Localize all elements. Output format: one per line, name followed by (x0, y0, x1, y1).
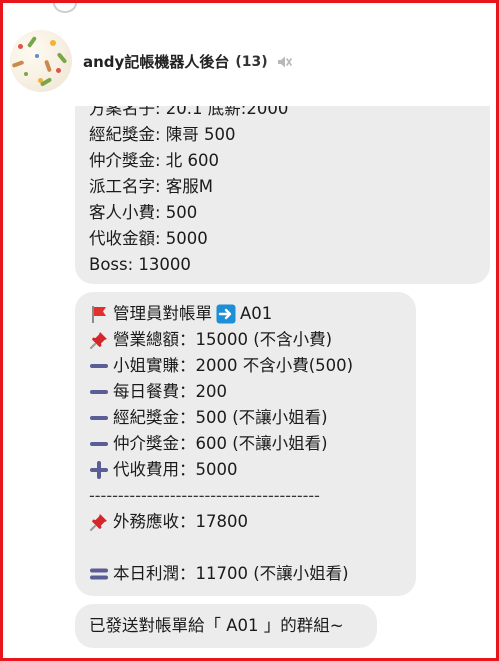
statement-item: 代收費用：5000 (89, 457, 402, 483)
collected-amount-line: 代收金額: 5000 (89, 229, 208, 248)
statement-item: 經紀獎金：500 (不讓小姐看) (89, 405, 402, 431)
divider-line: ---------------------------------------- (89, 486, 320, 505)
agent-bonus-text: 經紀獎金：500 (不讓小姐看) (113, 408, 328, 427)
broker-bonus-text: 仲介獎金：600 (不讓小姐看) (113, 434, 328, 453)
collection-fee-text: 代收費用：5000 (113, 460, 238, 479)
red-flag-icon (89, 304, 109, 324)
message-bubble-sent-notice[interactable]: 已發送對帳單給「 A01 」的群組~ (75, 604, 377, 648)
minus-icon (89, 382, 109, 402)
statement-group-id: A01 (240, 304, 273, 323)
meal-fee-text: 每日餐費：200 (113, 382, 227, 401)
chat-header: andy記帳機器人後台 (13) (3, 0, 496, 106)
receivable-line: 外務應收：17800 (89, 509, 402, 535)
sent-notice-text: 已發送對帳單給「 A01 」的群組~ (89, 616, 344, 635)
total-revenue-text: 營業總額：15000 (不含小費) (113, 330, 333, 349)
pushpin-icon (89, 330, 109, 350)
equals-icon (89, 564, 109, 584)
agent-bonus-line: 經紀獎金: 陳哥 500 (89, 125, 236, 144)
minus-icon (89, 356, 109, 376)
statement-item: 小姐實賺：2000 不含小費(500) (89, 353, 402, 379)
chat-title: andy記帳機器人後台 (83, 53, 230, 71)
statement-title: 管理員對帳單 (113, 304, 212, 323)
pushpin-icon (89, 512, 109, 532)
statement-item: 每日餐費：200 (89, 379, 402, 405)
message-bubble-statement[interactable]: 管理員對帳單 A01 營業總額：15000 (不含小費) 小姐實賺：2000 不… (75, 292, 416, 596)
message-bubble-plan-details[interactable]: 方案名子: 20.1 底薪:2000 經紀獎金: 陳哥 500 仲介獎金: 北 … (75, 84, 490, 284)
profit-text: 本日利潤：11700 (不讓小姐看) (113, 564, 349, 583)
receivable-text: 外務應收：17800 (113, 512, 248, 531)
statement-item: 營業總額：15000 (不含小費) (89, 327, 402, 353)
hostess-earnings-text: 小姐實賺：2000 不含小費(500) (113, 356, 354, 375)
member-count: (13) (235, 53, 268, 70)
plus-icon (89, 460, 109, 480)
dispatch-name-line: 派工名字: 客服M (89, 177, 214, 196)
statement-item: 仲介獎金：600 (不讓小姐看) (89, 431, 402, 457)
minus-icon (89, 434, 109, 454)
boss-line: Boss: 13000 (89, 255, 191, 274)
chat-title-area[interactable]: andy記帳機器人後台 (13) (83, 51, 292, 72)
top-cutoff-handle (53, 0, 77, 13)
customer-tip-line: 客人小費: 500 (89, 203, 198, 222)
statement-title-line: 管理員對帳單 A01 (89, 301, 402, 327)
group-avatar[interactable] (10, 30, 72, 92)
profit-line: 本日利潤：11700 (不讓小姐看) (89, 561, 402, 587)
broker-bonus-line: 仲介獎金: 北 600 (89, 151, 220, 170)
muted-speaker-icon (276, 54, 292, 70)
minus-icon (89, 408, 109, 428)
right-arrow-icon (216, 304, 236, 324)
